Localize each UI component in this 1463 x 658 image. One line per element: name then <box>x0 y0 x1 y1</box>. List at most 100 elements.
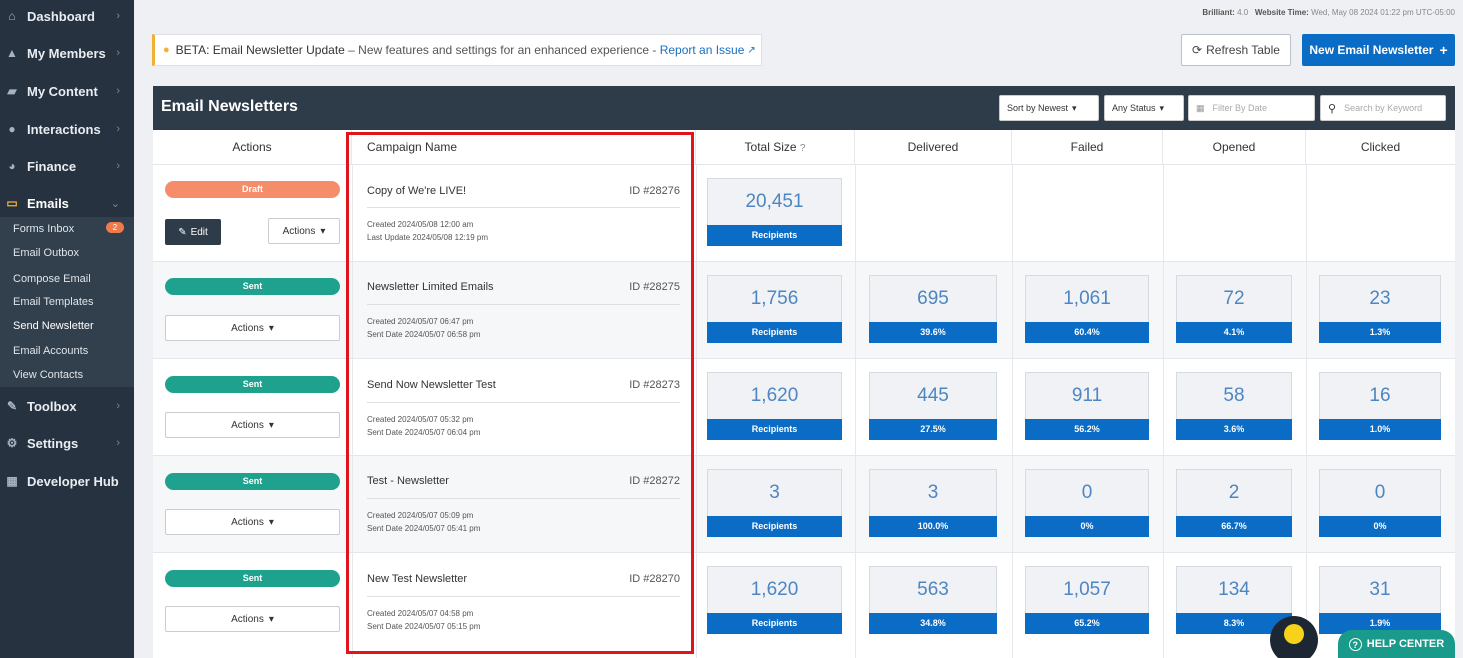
chevron-right-icon: › <box>116 85 120 97</box>
sidebar-subitem-compose-email[interactable]: Compose Email <box>13 273 91 285</box>
sidebar-item-interactions[interactable]: ● Interactions › <box>0 114 134 144</box>
sidebar-item-developer-hub[interactable]: ▦ Developer Hub <box>0 466 134 496</box>
campaign-name[interactable]: New Test Newsletter <box>367 573 467 585</box>
gear-icon: ⚙ <box>6 436 18 450</box>
delivered-value: 3 <box>927 482 939 503</box>
sidebar-item-dashboard[interactable]: ⌂ Dashboard › <box>0 1 134 31</box>
campaign-name[interactable]: Send Now Newsletter Test <box>367 379 496 391</box>
actions-label: Actions <box>231 613 264 625</box>
campaign-name[interactable]: Newsletter Limited Emails <box>367 281 494 293</box>
column-header-failed[interactable]: Failed <box>1012 130 1163 165</box>
question-circle-icon: ? <box>1348 637 1362 651</box>
clicked-percent: 0% <box>1319 516 1441 537</box>
table-row: Sent Actions ▾ Test - Newsletter ID #282… <box>153 456 1455 553</box>
delivered-value: 563 <box>917 579 949 600</box>
lightbulb-button[interactable] <box>1270 616 1318 658</box>
table-row: Draft ✎ Edit Actions ▾ Copy of We're LIV… <box>153 165 1455 262</box>
date-filter-placeholder: Filter By Date <box>1212 103 1268 113</box>
campaign-meta: Created 2024/05/07 05:32 pm Sent Date 20… <box>367 413 480 439</box>
refresh-table-button[interactable]: ⟳ Refresh Table <box>1181 34 1291 66</box>
keyword-search-input[interactable]: ⚲ Search by Keyword <box>1320 95 1446 121</box>
grid-icon: ▦ <box>6 474 18 488</box>
inbox-icon: ▭ <box>6 196 18 210</box>
sidebar-item-finance[interactable]: ◕ Finance › <box>0 151 134 181</box>
failed-percent: 60.4% <box>1025 322 1149 343</box>
chevron-right-icon: › <box>116 10 120 22</box>
sidebar-subitem-email-accounts[interactable]: Email Accounts <box>13 345 88 357</box>
column-header-campaign-name[interactable]: Campaign Name <box>352 130 696 165</box>
clicked-value: 23 <box>1369 288 1391 309</box>
sidebar-subitem-view-contacts[interactable]: View Contacts <box>13 369 83 381</box>
new-email-newsletter-button[interactable]: New Email Newsletter + <box>1302 34 1455 66</box>
panel-header: Email Newsletters Sort by Newest ▾ Any S… <box>153 86 1455 130</box>
status-badge: Draft <box>165 181 340 198</box>
new-newsletter-label: New Email Newsletter <box>1309 43 1434 57</box>
campaign-name[interactable]: Test - Newsletter <box>367 475 449 487</box>
total-size-stat: 1,620 Recipients <box>707 372 842 440</box>
sidebar-subitem-email-outbox[interactable]: Email Outbox <box>13 247 79 259</box>
report-issue-link[interactable]: Report an Issue <box>660 43 745 57</box>
caret-down-icon: ▾ <box>268 613 274 625</box>
column-divider <box>352 165 353 658</box>
campaign-id: ID #28270 <box>629 573 680 585</box>
total-size-value: 1,756 <box>750 288 799 309</box>
status-badge: Sent <box>165 473 340 490</box>
caret-down-icon: ▾ <box>1159 102 1165 113</box>
recipients-label: Recipients <box>707 613 842 634</box>
actions-dropdown-button[interactable]: Actions ▾ <box>165 509 340 535</box>
failed-percent: 0% <box>1025 516 1149 537</box>
info-icon: ● <box>163 44 170 56</box>
column-header-clicked[interactable]: Clicked <box>1306 130 1455 165</box>
column-divider <box>1012 165 1013 658</box>
campaign-name[interactable]: Copy of We're LIVE! <box>367 185 466 197</box>
divider <box>367 304 680 305</box>
failed-value: 0 <box>1081 482 1093 503</box>
delivered-stat: 3 100.0% <box>869 469 997 537</box>
status-badge: Sent <box>165 376 340 393</box>
refresh-table-label: Refresh Table <box>1206 43 1280 57</box>
column-header-total-size[interactable]: Total Size ? <box>696 130 855 165</box>
actions-dropdown-button[interactable]: Actions ▾ <box>165 606 340 632</box>
delivered-percent: 39.6% <box>869 322 997 343</box>
chevron-right-icon: › <box>116 47 120 59</box>
sidebar-item-settings[interactable]: ⚙ Settings › <box>0 428 134 458</box>
failed-stat: 1,057 65.2% <box>1025 566 1149 634</box>
beta-title: BETA: Email Newsletter Update <box>175 43 345 57</box>
total-size-value: 1,620 <box>750 579 799 600</box>
opened-percent: 66.7% <box>1176 516 1292 537</box>
failed-value: 1,057 <box>1063 579 1111 600</box>
column-header-delivered[interactable]: Delivered <box>855 130 1012 165</box>
status-badge: Sent <box>165 570 340 587</box>
sort-select[interactable]: Sort by Newest ▾ <box>999 95 1099 121</box>
actions-dropdown-button[interactable]: Actions ▾ <box>165 412 340 438</box>
sidebar-subitem-send-newsletter[interactable]: Send Newsletter <box>13 320 94 332</box>
help-center-button[interactable]: ? HELP CENTER <box>1338 630 1455 658</box>
sidebar-item-emails[interactable]: ▭ Emails ⌄ <box>0 188 134 218</box>
date-filter-input[interactable]: ▦ Filter By Date <box>1188 95 1315 121</box>
status-select[interactable]: Any Status ▾ <box>1104 95 1184 121</box>
lightbulb-icon <box>1284 624 1304 644</box>
sidebar: ⌂ Dashboard › ▲ My Members › ▰ My Conten… <box>0 0 134 658</box>
page-title: Email Newsletters <box>161 98 298 115</box>
sidebar-item-my-members[interactable]: ▲ My Members › <box>0 38 134 68</box>
delivered-percent: 100.0% <box>869 516 997 537</box>
column-header-actions: Actions <box>153 130 352 165</box>
sidebar-subitem-email-templates[interactable]: Email Templates <box>13 296 94 308</box>
chevron-down-icon: ⌄ <box>110 197 120 210</box>
opened-percent: 3.6% <box>1176 419 1292 440</box>
sidebar-item-my-content[interactable]: ▰ My Content › <box>0 76 134 106</box>
column-header-opened[interactable]: Opened <box>1163 130 1306 165</box>
last-update-date: Last Update 2024/05/08 12:19 pm <box>367 233 488 242</box>
sidebar-item-label: Dashboard <box>27 8 95 24</box>
edit-button[interactable]: ✎ Edit <box>165 219 221 245</box>
campaign-meta: Created 2024/05/07 06:47 pm Sent Date 20… <box>367 315 480 341</box>
sidebar-subitem-forms-inbox[interactable]: Forms Inbox <box>13 223 74 235</box>
actions-dropdown-button[interactable]: Actions ▾ <box>165 315 340 341</box>
total-size-value: 20,451 <box>745 191 804 212</box>
actions-dropdown-button[interactable]: Actions ▾ <box>268 218 340 244</box>
sidebar-item-toolbox[interactable]: ✎ Toolbox › <box>0 391 134 421</box>
recipients-label: Recipients <box>707 225 842 246</box>
total-size-stat: 20,451 Recipients <box>707 178 842 246</box>
table-row: Sent Actions ▾ Send Now Newsletter Test … <box>153 359 1455 456</box>
sidebar-item-label: Interactions <box>27 121 101 137</box>
